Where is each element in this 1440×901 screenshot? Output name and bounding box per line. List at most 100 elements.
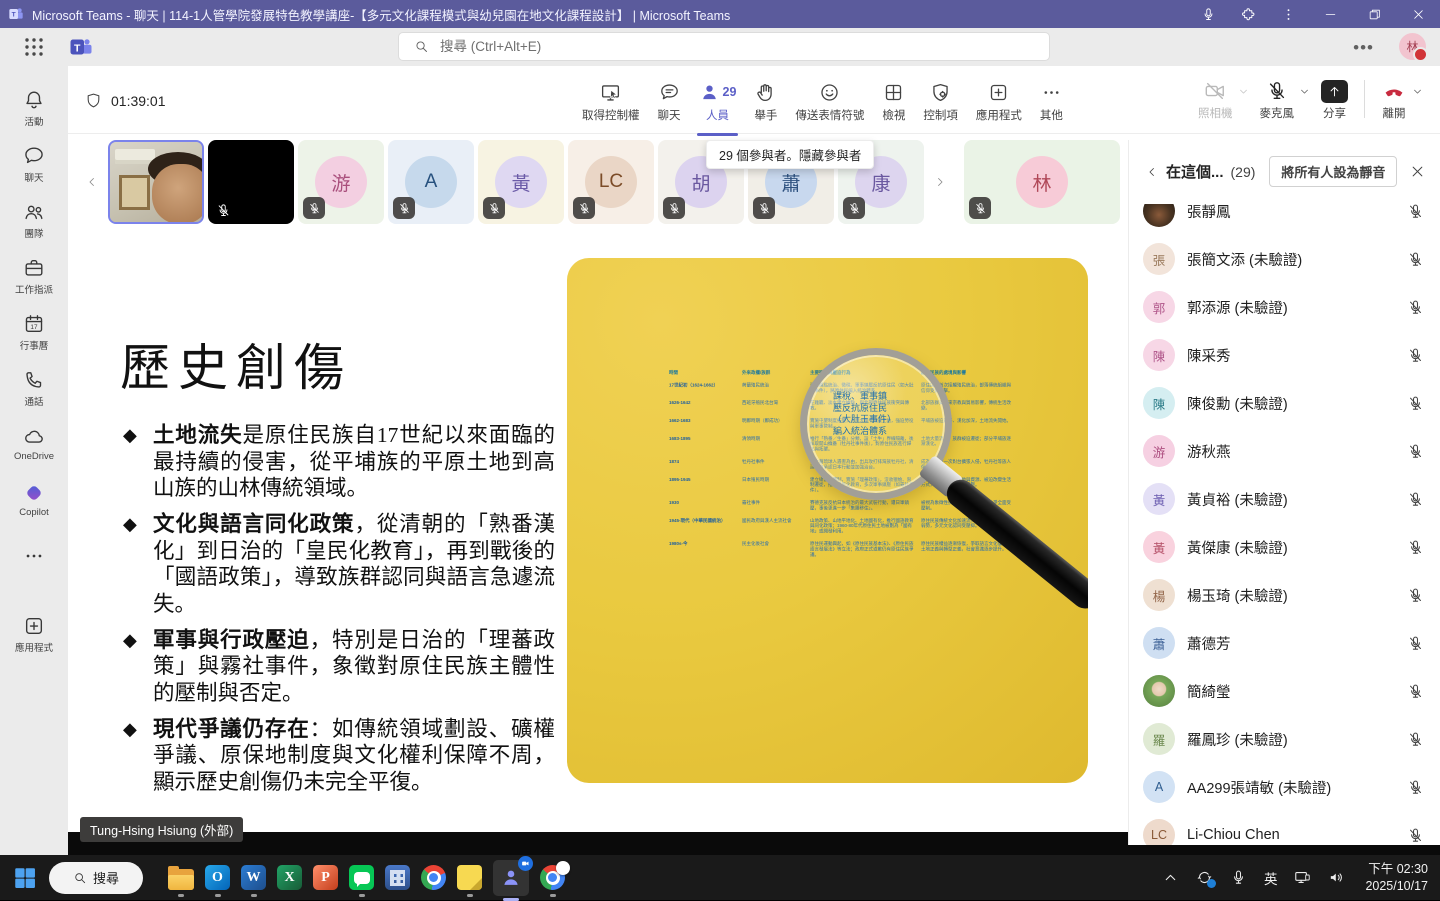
mic-off-icon[interactable] xyxy=(1407,779,1424,796)
close-button[interactable] xyxy=(1396,0,1440,28)
mic-off-icon[interactable] xyxy=(1407,299,1424,316)
line-app-icon[interactable] xyxy=(349,865,374,890)
tray-mic-icon[interactable] xyxy=(1230,869,1247,886)
chrome-profile-icon[interactable] xyxy=(540,865,565,890)
sidebar-item-onedrive[interactable]: OneDrive xyxy=(0,416,68,472)
speaker-icon[interactable] xyxy=(1328,869,1345,886)
participant-row[interactable]: 陳陳采秀 xyxy=(1129,331,1440,379)
mic-options-chevron-icon[interactable] xyxy=(1298,85,1311,98)
participant-row[interactable]: LCLi-Chiou Chen xyxy=(1129,811,1440,845)
back-chevron-icon[interactable] xyxy=(1145,165,1159,179)
participant-row[interactable]: 黃黃貞裕 (未驗證) xyxy=(1129,475,1440,523)
filmstrip-prev-button[interactable] xyxy=(80,140,104,224)
camera-options-chevron-icon[interactable] xyxy=(1237,85,1250,98)
toolbar-people-button[interactable]: 29人員 xyxy=(690,76,746,127)
mic-off-icon[interactable] xyxy=(1407,683,1424,700)
update-sync-icon[interactable] xyxy=(1196,869,1213,886)
search-bar[interactable] xyxy=(398,32,1050,61)
leave-options-chevron-icon[interactable] xyxy=(1411,85,1424,98)
minimize-button[interactable] xyxy=(1308,0,1352,28)
mic-off-icon[interactable] xyxy=(1407,395,1424,412)
leave-button[interactable]: 離開 xyxy=(1377,76,1411,125)
participant-row[interactable]: 陳陳俊勳 (未驗證) xyxy=(1129,379,1440,427)
sidebar-item-more[interactable] xyxy=(0,528,68,584)
outlook-icon[interactable]: O xyxy=(205,865,230,890)
sidebar-item-teams[interactable]: 團隊 xyxy=(0,192,68,248)
toolbar-view-button[interactable]: 檢視 xyxy=(873,76,914,127)
participant-row[interactable]: 張靜鳳 xyxy=(1129,204,1440,235)
participant-row[interactable]: 黃黃傑康 (未驗證) xyxy=(1129,523,1440,571)
share-button[interactable]: 分享 xyxy=(1317,76,1352,125)
participant-row[interactable]: 郭郭添源 (未驗證) xyxy=(1129,283,1440,331)
search-input[interactable] xyxy=(438,38,1049,55)
toolbar-apps-button[interactable]: 應用程式 xyxy=(967,76,1031,127)
video-tile-avatar[interactable]: A xyxy=(388,140,474,224)
sidebar-item-assignments[interactable]: 工作指派 xyxy=(0,248,68,304)
excel-icon[interactable]: X xyxy=(277,865,302,890)
mic-off-icon[interactable] xyxy=(1407,443,1424,460)
file-explorer-icon[interactable] xyxy=(168,866,194,890)
participant-row[interactable]: 游游秋燕 xyxy=(1129,427,1440,475)
mic-off-icon[interactable] xyxy=(1407,539,1424,556)
panel-close-icon[interactable] xyxy=(1410,164,1425,179)
participant-row[interactable]: 蕭蕭德芳 xyxy=(1129,619,1440,667)
sidebar-item-calendar[interactable]: 17行事曆 xyxy=(0,304,68,360)
table-cell: 清領時期 xyxy=(742,436,803,452)
participant-row[interactable]: 羅羅鳳珍 (未驗證) xyxy=(1129,715,1440,763)
participant-avatar: A xyxy=(1143,771,1175,803)
participant-row[interactable]: 張張簡文添 (未驗證) xyxy=(1129,235,1440,283)
header-more-icon[interactable]: ••• xyxy=(1353,38,1374,58)
taskbar-search[interactable]: 搜尋 xyxy=(49,862,157,894)
sidebar-item-chat[interactable]: 聊天 xyxy=(0,136,68,192)
mic-off-icon[interactable] xyxy=(1407,491,1424,508)
tray-chevron-up-icon[interactable] xyxy=(1162,869,1179,886)
toolbar-reactions-button[interactable]: 傳送表情符號 xyxy=(786,76,873,127)
chrome-icon[interactable] xyxy=(421,865,446,890)
mic-off-icon[interactable] xyxy=(1407,204,1424,220)
start-button[interactable] xyxy=(12,865,38,891)
toolbar-controls-button[interactable]: 控制項 xyxy=(914,76,967,127)
toolbar-more-button[interactable]: 其他 xyxy=(1031,76,1072,127)
sidebar-item-apps[interactable]: 應用程式 xyxy=(0,606,68,662)
video-tile-active-speaker[interactable] xyxy=(108,140,204,224)
taskbar-clock[interactable]: 下午 02:30 2025/10/17 xyxy=(1365,861,1428,895)
mic-off-icon[interactable] xyxy=(1407,251,1424,268)
sidebar-item-activity[interactable]: 活動 xyxy=(0,80,68,136)
browser-menu-icon[interactable] xyxy=(1268,0,1308,28)
teams-logo-icon[interactable]: T xyxy=(69,35,93,59)
calculator-icon[interactable] xyxy=(385,865,410,890)
tab-mic-icon[interactable] xyxy=(1188,0,1228,28)
teams-taskbar-icon[interactable] xyxy=(493,860,529,896)
ime-language-indicator[interactable]: 英 xyxy=(1264,868,1278,888)
mic-off-icon[interactable] xyxy=(1407,587,1424,604)
word-icon[interactable]: W xyxy=(241,865,266,890)
toolbar-raise-hand-button[interactable]: 舉手 xyxy=(745,76,786,127)
sticky-notes-icon[interactable] xyxy=(457,865,482,890)
app-launcher-icon[interactable] xyxy=(22,35,46,59)
mic-button[interactable]: 麥克風 xyxy=(1256,76,1299,125)
mic-off-icon[interactable] xyxy=(1407,827,1424,844)
toolbar-take-control-button[interactable]: 取得控制權 xyxy=(573,76,649,127)
profile-avatar[interactable]: 林 xyxy=(1399,33,1426,60)
video-tile-avatar[interactable]: 游 xyxy=(298,140,384,224)
toolbar-chat-button[interactable]: 聊天 xyxy=(649,76,690,127)
sidebar-item-calls[interactable]: 通話 xyxy=(0,360,68,416)
video-tile-avatar[interactable]: LC xyxy=(568,140,654,224)
video-tile-avatar[interactable]: 黃 xyxy=(478,140,564,224)
video-tile-me[interactable]: 林 xyxy=(964,140,1120,224)
video-tile-camera-off[interactable] xyxy=(208,140,294,224)
mic-off-icon[interactable] xyxy=(1407,347,1424,364)
extensions-icon[interactable] xyxy=(1228,0,1268,28)
network-display-icon[interactable] xyxy=(1294,869,1311,886)
camera-button[interactable]: 照相機 xyxy=(1194,76,1237,125)
mute-all-button[interactable]: 將所有人設為靜音 xyxy=(1269,156,1397,187)
participant-row[interactable]: AAA299張靖敏 (未驗證) xyxy=(1129,763,1440,811)
powerpoint-icon[interactable]: P xyxy=(313,865,338,890)
participant-row[interactable]: 楊楊玉琦 (未驗證) xyxy=(1129,571,1440,619)
sidebar-item-copilot[interactable]: Copilot xyxy=(0,472,68,528)
mic-off-icon[interactable] xyxy=(1407,731,1424,748)
participant-row[interactable]: 簡綺瑩 xyxy=(1129,667,1440,715)
restore-button[interactable] xyxy=(1352,0,1396,28)
mic-off-icon[interactable] xyxy=(1407,635,1424,652)
filmstrip-next-button[interactable] xyxy=(928,140,952,224)
